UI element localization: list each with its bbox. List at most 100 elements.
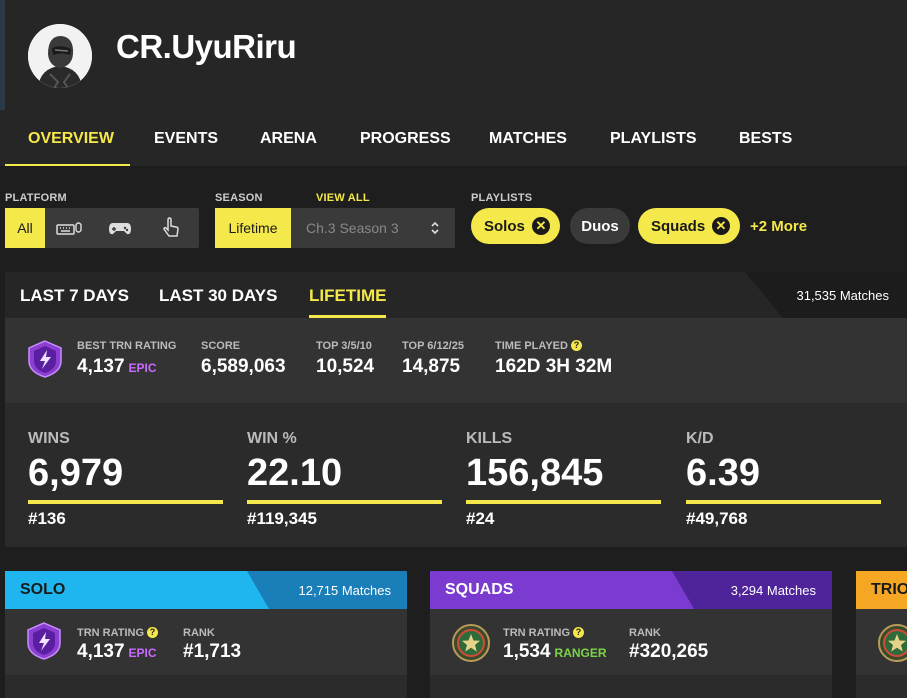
kd-label: K/D xyxy=(686,430,714,447)
help-icon[interactable]: ? xyxy=(147,627,159,638)
filters-bar: PLATFORM All SEASON VIEW ALL Lifetime Ch… xyxy=(0,166,907,272)
score-label: SCORE xyxy=(201,340,241,352)
solo-rank-value: #1,713 xyxy=(183,641,242,662)
dropdown-arrows-icon[interactable] xyxy=(429,220,441,236)
season-label: SEASON xyxy=(215,192,263,204)
playlist-squads-chip[interactable]: Squads ✕ xyxy=(638,208,740,244)
platform-all-button[interactable]: All xyxy=(5,208,45,248)
win-pct-label: WIN % xyxy=(247,430,297,447)
solo-card[interactable]: SOLO 12,715 Matches TRN RATING? 4,137 EPI… xyxy=(5,571,407,698)
kills-bar xyxy=(466,500,661,504)
time-range-tabs: Last 7 Days Last 30 Days Lifetime 31,535… xyxy=(5,272,907,318)
nav-arena[interactable]: Arena xyxy=(260,130,317,148)
help-icon[interactable]: ? xyxy=(570,340,582,351)
platform-label: PLATFORM xyxy=(5,192,67,204)
kills-label: KILLS xyxy=(466,430,513,447)
keyboard-mouse-icon[interactable] xyxy=(56,217,82,239)
header-edge xyxy=(0,0,5,110)
nav-matches[interactable]: Matches xyxy=(489,130,567,148)
view-all-link[interactable]: VIEW ALL xyxy=(316,192,370,204)
summary-stats: BEST TRN RATING 4,137 EPIC SCORE 6,589,06… xyxy=(5,318,907,403)
gamepad-icon[interactable] xyxy=(107,217,133,239)
top3-label: TOP 3/5/10 xyxy=(316,340,372,352)
epic-rank-icon xyxy=(28,340,62,378)
squads-title: SQUADS xyxy=(445,581,514,598)
win-pct-value: 22.10 xyxy=(247,452,343,494)
matches-flag: 31,535 Matches xyxy=(745,272,907,318)
solo-matches-flag: 12,715 Matches xyxy=(247,571,407,609)
best-trn-label: BEST TRN RATING xyxy=(77,340,177,352)
score-value: 6,589,063 xyxy=(201,356,286,377)
playlist-solos-chip[interactable]: Solos ✕ xyxy=(471,208,560,244)
season-dropdown[interactable]: Ch.3 Season 3 xyxy=(306,220,399,236)
playlist-duos-label: Duos xyxy=(581,217,619,235)
more-playlists-link[interactable]: +2 More xyxy=(750,218,807,235)
solo-rank-label: RANK xyxy=(183,627,215,639)
tab-last-7-days[interactable]: Last 7 Days xyxy=(20,286,129,306)
top6-value: 14,875 xyxy=(402,356,461,377)
solo-trn-label: TRN RATING? xyxy=(77,627,159,639)
help-icon[interactable]: ? xyxy=(573,627,585,638)
squads-matches-flag: 3,294 Matches xyxy=(672,571,832,609)
wins-label: WINS xyxy=(28,430,70,447)
profile-header: CR.UyuRiru Overview Events Arena Progres… xyxy=(0,0,907,166)
win-pct-bar xyxy=(247,500,442,504)
tab-lifetime[interactable]: Lifetime xyxy=(309,286,386,306)
top6-label: TOP 6/12/25 xyxy=(402,340,464,352)
total-matches: 31,535 Matches xyxy=(796,288,889,303)
season-lifetime-button[interactable]: Lifetime xyxy=(215,208,291,248)
nav-overview[interactable]: Overview xyxy=(28,130,114,148)
wins-bar xyxy=(28,500,223,504)
username: CR.UyuRiru xyxy=(116,28,297,65)
epic-rank-icon xyxy=(27,622,61,660)
kills-rank: #24 xyxy=(466,509,495,528)
win-pct-rank: #119,345 xyxy=(247,509,317,528)
best-trn-value: 4,137 EPIC xyxy=(77,356,157,377)
tab-last-30-days[interactable]: Last 30 Days xyxy=(159,286,277,306)
ranger-rank-icon xyxy=(878,624,907,662)
time-played-value: 162D 3H 32M xyxy=(495,356,613,377)
kills-value: 156,845 xyxy=(466,452,604,494)
ranger-rank-icon xyxy=(452,624,490,662)
squads-rank-value: #320,265 xyxy=(629,641,709,662)
wins-rank: #136 xyxy=(28,509,66,528)
playlist-solos-label: Solos xyxy=(484,217,525,235)
trios-card[interactable]: TRIOS xyxy=(856,571,907,698)
solo-card-header: SOLO 12,715 Matches xyxy=(5,571,407,609)
nav-bests[interactable]: Bests xyxy=(739,130,792,148)
nav-playlists[interactable]: Playlists xyxy=(610,130,697,148)
trios-title: TRIOS xyxy=(871,581,907,598)
kd-bar xyxy=(686,500,881,504)
kd-rank: #49,768 xyxy=(686,509,748,528)
time-played-label: TIME PLAYED? xyxy=(495,340,582,352)
kd-value: 6.39 xyxy=(686,452,760,494)
epic-tier-badge: EPIC xyxy=(128,361,157,375)
playlists-label: PLAYLISTS xyxy=(471,192,533,204)
squads-trn-value: 1,534 RANGER xyxy=(503,641,607,662)
nav-events[interactable]: Events xyxy=(154,130,218,148)
squads-card-header: SQUADS 3,294 Matches xyxy=(430,571,832,609)
touch-icon[interactable] xyxy=(158,217,184,239)
nav-progress[interactable]: Progress xyxy=(360,130,451,148)
epic-tier-badge: EPIC xyxy=(128,646,157,660)
avatar-image xyxy=(28,24,92,88)
top3-value: 10,524 xyxy=(316,356,375,377)
squads-trn-label: TRN RATING? xyxy=(503,627,585,639)
remove-squads-icon[interactable]: ✕ xyxy=(712,217,730,235)
solo-trn-value: 4,137 EPIC xyxy=(77,641,157,662)
squads-rank-label: RANK xyxy=(629,627,661,639)
overview-panel: Last 7 Days Last 30 Days Lifetime 31,535… xyxy=(5,272,907,547)
solo-title: SOLO xyxy=(20,581,66,598)
season-selector: Lifetime Ch.3 Season 3 xyxy=(215,208,455,248)
squads-matches: 3,294 Matches xyxy=(730,583,816,598)
playlist-duos-chip[interactable]: Duos xyxy=(570,208,630,244)
solo-matches: 12,715 Matches xyxy=(298,583,391,598)
ranger-tier-badge: RANGER xyxy=(554,646,607,660)
avatar[interactable] xyxy=(28,24,92,88)
squads-card[interactable]: SQUADS 3,294 Matches TRN RATING? 1,534 RA… xyxy=(430,571,832,698)
platform-selector: All xyxy=(5,208,199,248)
trios-card-header: TRIOS xyxy=(856,571,907,609)
playlist-squads-label: Squads xyxy=(651,217,706,235)
main-nav: Overview Events Arena Progress Matches P… xyxy=(0,118,907,166)
remove-solos-icon[interactable]: ✕ xyxy=(532,217,550,235)
